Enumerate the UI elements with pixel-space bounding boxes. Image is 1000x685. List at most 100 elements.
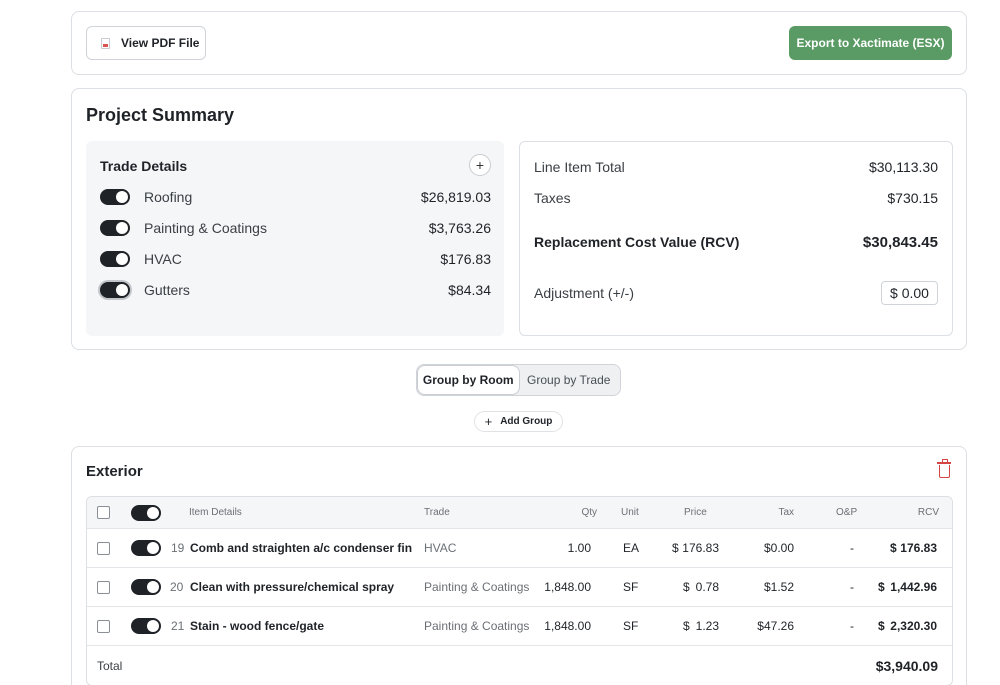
row-trade: Painting & Coatings bbox=[424, 580, 530, 594]
row-number: 20 bbox=[170, 580, 184, 594]
line-item-total-value: $30,113.30 bbox=[868, 159, 938, 175]
trade-toggle-gutters[interactable] bbox=[100, 282, 130, 298]
project-summary-card: Project Summary Trade Details + Roofing … bbox=[71, 88, 967, 350]
taxes-label: Taxes bbox=[534, 190, 571, 206]
view-pdf-button[interactable]: View PDF File bbox=[86, 26, 206, 60]
table-row[interactable]: 19 Comb and straighten a/c condenser fin… bbox=[87, 529, 952, 568]
view-pdf-label: View PDF File bbox=[121, 36, 200, 50]
select-all-checkbox[interactable] bbox=[97, 506, 110, 519]
trade-row-painting: Painting & Coatings $3,763.26 bbox=[100, 218, 491, 238]
row-toggle[interactable] bbox=[131, 579, 161, 595]
adjustment-row: Adjustment (+/-) $ 0.00 bbox=[534, 281, 938, 305]
group-by-room-tab[interactable]: Group by Room bbox=[418, 366, 519, 394]
row-toggle[interactable] bbox=[131, 540, 161, 556]
plus-icon: + bbox=[484, 414, 493, 429]
plus-icon: + bbox=[475, 157, 485, 173]
row-tax: $47.26 bbox=[757, 619, 794, 633]
col-qty: Qty bbox=[581, 507, 597, 518]
trade-toggle-hvac[interactable] bbox=[100, 251, 130, 267]
row-trade: Painting & Coatings bbox=[424, 619, 530, 633]
pdf-file-icon bbox=[101, 37, 110, 49]
row-unit: EA bbox=[623, 541, 640, 555]
table-row[interactable]: 21 Stain - wood fence/gate Painting & Co… bbox=[87, 607, 952, 646]
trade-name: Painting & Coatings bbox=[144, 220, 267, 236]
trade-amount: $3,763.26 bbox=[428, 220, 491, 236]
row-description: Stain - wood fence/gate bbox=[190, 619, 325, 633]
row-unit: SF bbox=[623, 580, 639, 594]
col-price: Price bbox=[684, 507, 707, 518]
export-xactimate-button[interactable]: Export to Xactimate (ESX) bbox=[789, 26, 952, 60]
trade-row-gutters: Gutters $84.34 bbox=[100, 280, 491, 300]
group-title: Exterior bbox=[86, 463, 143, 480]
totals-panel: Line Item Total $30,113.30 Taxes $730.15… bbox=[519, 141, 953, 336]
col-unit: Unit bbox=[621, 507, 639, 518]
adjustment-label: Adjustment (+/-) bbox=[534, 285, 634, 301]
trade-details-panel: Trade Details + Roofing $26,819.03 Paint… bbox=[86, 141, 504, 336]
row-price: 1.23 bbox=[695, 619, 719, 633]
group-by-trade-tab[interactable]: Group by Trade bbox=[519, 366, 620, 394]
row-rcv: 176.83 bbox=[900, 541, 937, 555]
add-trade-button[interactable]: + bbox=[469, 154, 491, 176]
table-row[interactable]: 20 Clean with pressure/chemical spray Pa… bbox=[87, 568, 952, 607]
trade-name: Roofing bbox=[144, 189, 193, 205]
col-tax: Tax bbox=[778, 507, 794, 518]
exterior-group-card: Exterior Item Details Trade Qty Unit Pri… bbox=[71, 446, 967, 685]
row-unit: SF bbox=[623, 619, 639, 633]
trade-toggle-painting[interactable] bbox=[100, 220, 130, 236]
row-description: Comb and straighten a/c condenser fins .… bbox=[190, 541, 412, 555]
trade-toggle-roofing[interactable] bbox=[100, 189, 130, 205]
row-toggle[interactable] bbox=[131, 618, 161, 634]
add-group-button[interactable]: + Add Group bbox=[474, 411, 563, 432]
trade-row-roofing: Roofing $26,819.03 bbox=[100, 187, 491, 207]
rcv-value: $30,843.45 bbox=[862, 233, 938, 251]
row-qty: 1,848.00 bbox=[544, 619, 591, 633]
row-checkbox[interactable] bbox=[97, 541, 110, 555]
trash-icon[interactable] bbox=[937, 459, 951, 478]
row-checkbox[interactable] bbox=[97, 619, 110, 633]
trade-details-heading: Trade Details bbox=[100, 158, 188, 174]
taxes-value: $730.15 bbox=[887, 190, 938, 206]
line-items-table: Item Details Trade Qty Unit Price Tax O&… bbox=[86, 496, 953, 685]
row-rcv: 1,442.96 bbox=[890, 580, 937, 594]
adjustment-input[interactable]: $ 0.00 bbox=[881, 281, 938, 305]
row-checkbox[interactable] bbox=[97, 580, 110, 594]
add-group-label: Add Group bbox=[500, 416, 553, 427]
group-by-switch: Group by Room Group by Trade bbox=[416, 364, 621, 396]
row-price: 176.83 bbox=[682, 541, 719, 555]
table-total-row: Total $3,940.09 bbox=[87, 646, 952, 685]
trade-row-hvac: HVAC $176.83 bbox=[100, 249, 491, 269]
row-description: Clean with pressure/chemical spray bbox=[190, 580, 395, 594]
table-header-row: Item Details Trade Qty Unit Price Tax O&… bbox=[87, 497, 952, 529]
trade-amount: $176.83 bbox=[440, 251, 491, 267]
row-op: - bbox=[850, 580, 854, 594]
row-number: 19 bbox=[171, 541, 185, 555]
trade-amount: $26,819.03 bbox=[420, 189, 491, 205]
line-item-total-label: Line Item Total bbox=[534, 159, 625, 175]
row-tax: $1.52 bbox=[763, 580, 794, 594]
trade-name: HVAC bbox=[144, 251, 182, 267]
toolbar: View PDF File Export to Xactimate (ESX) bbox=[71, 11, 967, 75]
project-summary-title: Project Summary bbox=[86, 105, 235, 125]
row-qty: 1.00 bbox=[567, 541, 591, 555]
col-op: O&P bbox=[836, 507, 858, 518]
trade-amount: $84.34 bbox=[448, 282, 491, 298]
row-op: - bbox=[850, 541, 854, 555]
taxes-row: Taxes $730.15 bbox=[534, 188, 938, 208]
rcv-row: Replacement Cost Value (RCV) $30,843.45 bbox=[534, 232, 938, 252]
toggle-all-switch[interactable] bbox=[131, 504, 161, 521]
col-item-details: Item Details bbox=[189, 507, 242, 518]
row-price: 0.78 bbox=[695, 580, 719, 594]
rcv-label: Replacement Cost Value (RCV) bbox=[534, 234, 740, 250]
total-value: $3,940.09 bbox=[875, 657, 938, 674]
line-item-total-row: Line Item Total $30,113.30 bbox=[534, 157, 938, 177]
total-label: Total bbox=[97, 658, 123, 673]
col-trade: Trade bbox=[424, 507, 450, 518]
row-op: - bbox=[850, 619, 854, 633]
row-number: 21 bbox=[171, 619, 185, 633]
row-qty: 1,848.00 bbox=[544, 580, 591, 594]
row-rcv: 2,320.30 bbox=[890, 619, 937, 633]
row-price-symbol: $ bbox=[672, 541, 679, 555]
row-tax: $0.00 bbox=[763, 541, 794, 555]
trade-name: Gutters bbox=[144, 282, 190, 298]
row-trade: HVAC bbox=[424, 541, 457, 555]
